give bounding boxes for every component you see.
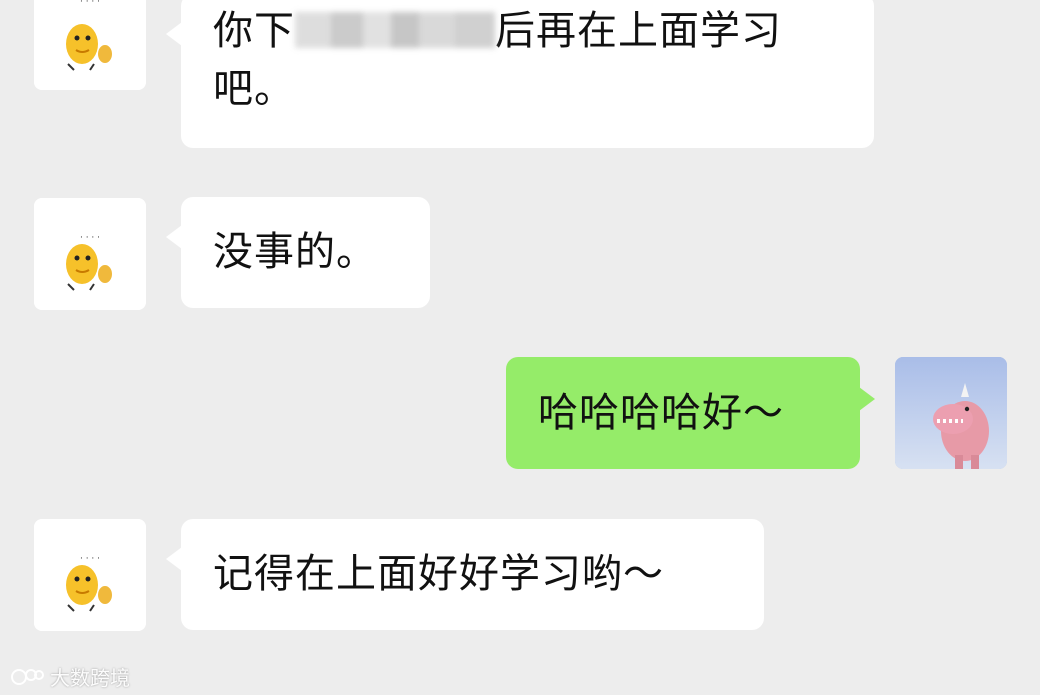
- message-text: 哈哈哈哈好～: [538, 390, 784, 436]
- watermark: 大数跨境: [10, 662, 130, 691]
- redacted-blur: [295, 12, 495, 48]
- message-bubble[interactable]: 没事的。: [166, 197, 430, 308]
- yellow-cartoon-avatar-icon: · · · ·: [34, 198, 146, 310]
- sender-avatar[interactable]: · · · ·: [34, 519, 146, 631]
- svg-text:· · · ·: · · · ·: [80, 233, 100, 243]
- sender-avatar[interactable]: · · · ·: [34, 0, 146, 90]
- my-avatar[interactable]: [895, 357, 1007, 469]
- message-text: 没事的。: [213, 229, 377, 275]
- message-bubble-mine[interactable]: 哈哈哈哈好～: [506, 357, 875, 469]
- message-text: 后再在上面学习: [495, 8, 782, 54]
- message-bubble[interactable]: 你下 后再在上面学习 吧。: [166, 0, 874, 148]
- svg-text:· · · ·: · · · ·: [80, 0, 100, 7]
- watermark-text: 大数跨境: [50, 666, 130, 690]
- svg-text:· · · ·: · · · ·: [80, 554, 100, 564]
- message-text: 记得在上面好好学习哟～: [213, 551, 664, 597]
- message-bubble[interactable]: 记得在上面好好学习哟～: [166, 519, 764, 630]
- yellow-cartoon-avatar-icon: · · · ·: [34, 519, 146, 631]
- message-text: 你下: [213, 8, 295, 54]
- sender-avatar[interactable]: · · · ·: [34, 198, 146, 310]
- pink-plush-avatar-icon: [895, 357, 1007, 469]
- message-text: 吧。: [213, 66, 295, 112]
- watermark-logo-icon: [11, 668, 44, 685]
- yellow-cartoon-avatar-icon: · · · ·: [34, 0, 146, 90]
